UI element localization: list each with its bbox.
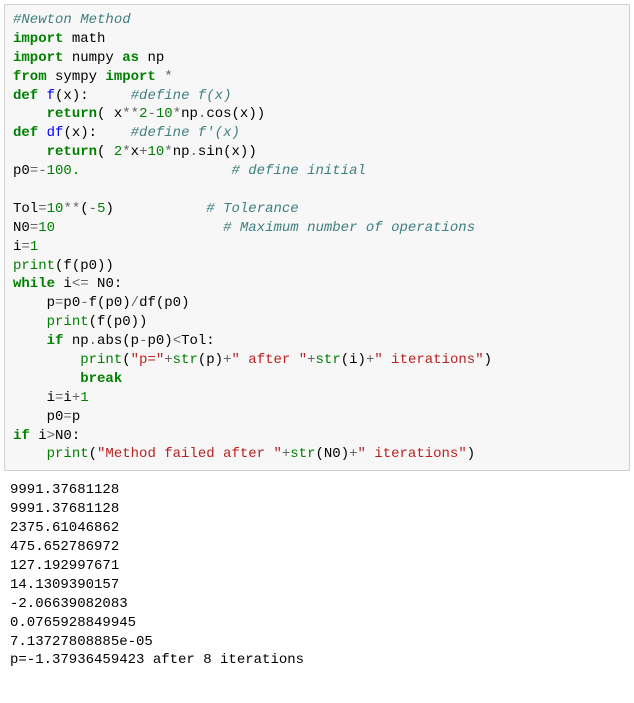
output-line: 7.13727808885e-05 [10, 634, 153, 650]
code-line: if np.abs(p-p0)<Tol: [13, 333, 215, 349]
code-line: print("p="+str(p)+" after "+str(i)+" ite… [13, 352, 492, 368]
output-line: 475.652786972 [10, 539, 119, 555]
code-line: def f(x): #define f(x) [13, 88, 231, 104]
code-line: Tol=10**(-5) # Tolerance [13, 201, 299, 217]
output-line: 2375.61046862 [10, 520, 119, 536]
code-line: #Newton Method [13, 12, 131, 28]
code-line: print(f(p0)) [13, 258, 114, 274]
output-line: 14.1309390157 [10, 577, 119, 593]
code-line: p0=-100. # define initial [13, 163, 366, 179]
code-line: N0=10 # Maximum number of operations [13, 220, 475, 236]
code-line: i=i+1 [13, 390, 89, 406]
output-line: 9991.37681128 [10, 482, 119, 498]
output-line: 9991.37681128 [10, 501, 119, 517]
code-line: return( x**2-10*np.cos(x)) [13, 106, 265, 122]
code-line: def df(x): #define f'(x) [13, 125, 240, 141]
code-line: p=p0-f(p0)/df(p0) [13, 295, 189, 311]
code-line: p0=p [13, 409, 80, 425]
code-line: while i<= N0: [13, 276, 122, 292]
code-line: return( 2*x+10*np.sin(x)) [13, 144, 257, 160]
code-line: print("Method failed after "+str(N0)+" i… [13, 446, 475, 462]
output-line: p=-1.37936459423 after 8 iterations [10, 652, 304, 668]
code-line: break [13, 371, 122, 387]
output-line: -2.06639082083 [10, 596, 128, 612]
code-line: print(f(p0)) [13, 314, 147, 330]
code-line: import numpy as np [13, 50, 164, 66]
code-line: from sympy import * [13, 69, 173, 85]
output-line: 0.0765928849945 [10, 615, 136, 631]
code-line: if i>N0: [13, 428, 80, 444]
code-line: import math [13, 31, 105, 47]
code-line: i=1 [13, 239, 38, 255]
output-line: 127.192997671 [10, 558, 119, 574]
code-cell[interactable]: #Newton Method import math import numpy … [4, 4, 630, 471]
output-cell: 9991.37681128 9991.37681128 2375.6104686… [0, 475, 634, 680]
